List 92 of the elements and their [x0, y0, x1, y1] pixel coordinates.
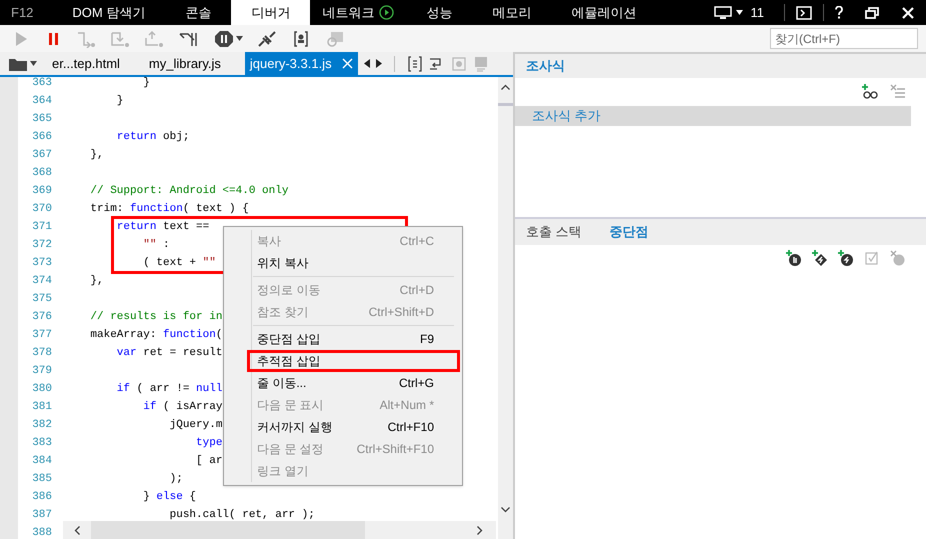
main-tab[interactable]: 에뮬레이션	[551, 0, 656, 25]
line-number: 376	[31, 310, 52, 325]
line-number: 377	[31, 328, 52, 343]
horizontal-scrollbar[interactable]	[63, 521, 496, 539]
line-number: 374	[31, 274, 52, 289]
line-number: 371	[31, 220, 52, 235]
code-line: makeArray: function(	[89, 328, 222, 343]
code-line: [ ar	[195, 454, 222, 469]
code-line: return text ==	[116, 220, 210, 235]
caret-icon[interactable]	[30, 61, 37, 66]
menu-item[interactable]: 중단점 삽입 F9	[224, 328, 462, 350]
code-line: type	[195, 436, 222, 451]
xhr-breakpoint-icon[interactable]	[838, 250, 854, 266]
pretty-print-icon[interactable]	[406, 56, 423, 72]
line-number: 369	[31, 184, 52, 199]
code-line: // Support: Android <=4.0 only	[89, 184, 288, 199]
main-tab[interactable]: 성능	[406, 0, 472, 25]
file-tab[interactable]: er...tep.html	[47, 52, 144, 75]
main-tab[interactable]: 메모리	[472, 0, 552, 25]
main-tab[interactable]: 네트워크	[310, 0, 406, 25]
checkbox-icon[interactable]	[864, 250, 880, 266]
line-number: 382	[31, 418, 52, 433]
file-tab[interactable]: jquery-3.3.1.js	[244, 52, 358, 75]
line-number: 380	[31, 382, 52, 397]
code-line: "" :	[142, 238, 170, 253]
line-number: 378	[31, 346, 52, 361]
play-icon[interactable]	[379, 5, 394, 20]
panel-tab[interactable]: 중단점	[610, 222, 649, 242]
help-icon[interactable]	[835, 6, 843, 19]
code-line: );	[168, 472, 183, 487]
code-line: },	[89, 148, 104, 163]
monitor-icon[interactable]	[714, 6, 732, 20]
close-icon[interactable]	[902, 6, 914, 18]
code-line: jQuery.m	[168, 418, 222, 433]
exception-icon[interactable]	[214, 30, 234, 48]
line-number: 381	[31, 400, 52, 415]
code-line: }	[116, 94, 124, 109]
right-arrow-icon[interactable]	[376, 59, 382, 68]
line-number: 367	[31, 148, 52, 163]
file-tab[interactable]: my_library.js	[144, 52, 245, 75]
line-number: 364	[31, 94, 52, 109]
line-number: 372	[31, 238, 52, 253]
panel-tab[interactable]: 호출 스택	[526, 222, 582, 242]
scroll-thumb[interactable]	[498, 103, 513, 106]
console-icon[interactable]	[796, 6, 812, 20]
scroll-thumb[interactable]	[91, 521, 365, 539]
search-field[interactable]: 찾기(Ctrl+F)	[770, 28, 918, 49]
main-tab[interactable]: 콘솔	[165, 0, 232, 25]
menu-item[interactable]: 추적점 삽입	[247, 350, 460, 372]
target-count: 11	[750, 4, 764, 22]
line-number: 383	[31, 436, 52, 451]
vertical-scrollbar[interactable]	[498, 77, 513, 539]
main-tab[interactable]: DOM 탐색기	[52, 0, 166, 25]
menu-item[interactable]: 위치 복사	[224, 252, 462, 274]
code-line: ( text + ""	[142, 256, 216, 271]
event-breakpoint-icon[interactable]	[812, 250, 828, 266]
menu-item[interactable]: 커서까지 실행 Ctrl+F10	[224, 416, 462, 438]
code-line: },	[89, 274, 104, 289]
line-number: 384	[31, 454, 52, 469]
code-line: // results is for in	[89, 310, 222, 325]
caret-icon[interactable]	[736, 10, 742, 15]
line-number: 363	[31, 76, 52, 91]
line-number: 366	[31, 130, 52, 145]
menu-item[interactable]: 줄 이동... Ctrl+G	[224, 372, 462, 394]
line-number: 388	[31, 526, 52, 539]
line-number: 368	[31, 166, 52, 181]
line-number: 379	[31, 364, 52, 379]
line-number: 386	[31, 490, 52, 505]
line-number: 370	[31, 202, 52, 217]
line-number: 375	[31, 292, 52, 307]
restore-icon[interactable]	[865, 6, 879, 18]
panel-title: 조사식	[526, 57, 565, 76]
code-line: }	[142, 76, 150, 91]
folder-icon[interactable]	[9, 56, 27, 70]
code-line: if ( arr != null	[116, 382, 222, 397]
breakpoint-add-icon[interactable]	[786, 250, 802, 266]
plug-icon[interactable]	[257, 30, 277, 48]
line-number: 385	[31, 472, 52, 487]
code-line: return obj;	[116, 130, 190, 145]
main-tab[interactable]: 디버거	[231, 0, 310, 25]
code-line: trim: function( text ) {	[89, 202, 249, 217]
code-line: push.call( ret, arr );	[168, 508, 315, 523]
code-line: if ( isArray	[142, 400, 222, 415]
code-line: var ret = result	[116, 346, 222, 361]
line-number: 365	[31, 112, 52, 127]
caret-icon[interactable]	[236, 36, 243, 41]
line-number: 373	[31, 256, 52, 271]
code-line: } else {	[142, 490, 196, 505]
line-number: 387	[31, 508, 52, 523]
add-watch-icon[interactable]	[862, 84, 878, 100]
f12-label: F12	[10, 4, 34, 22]
left-arrow-icon[interactable]	[364, 59, 370, 68]
